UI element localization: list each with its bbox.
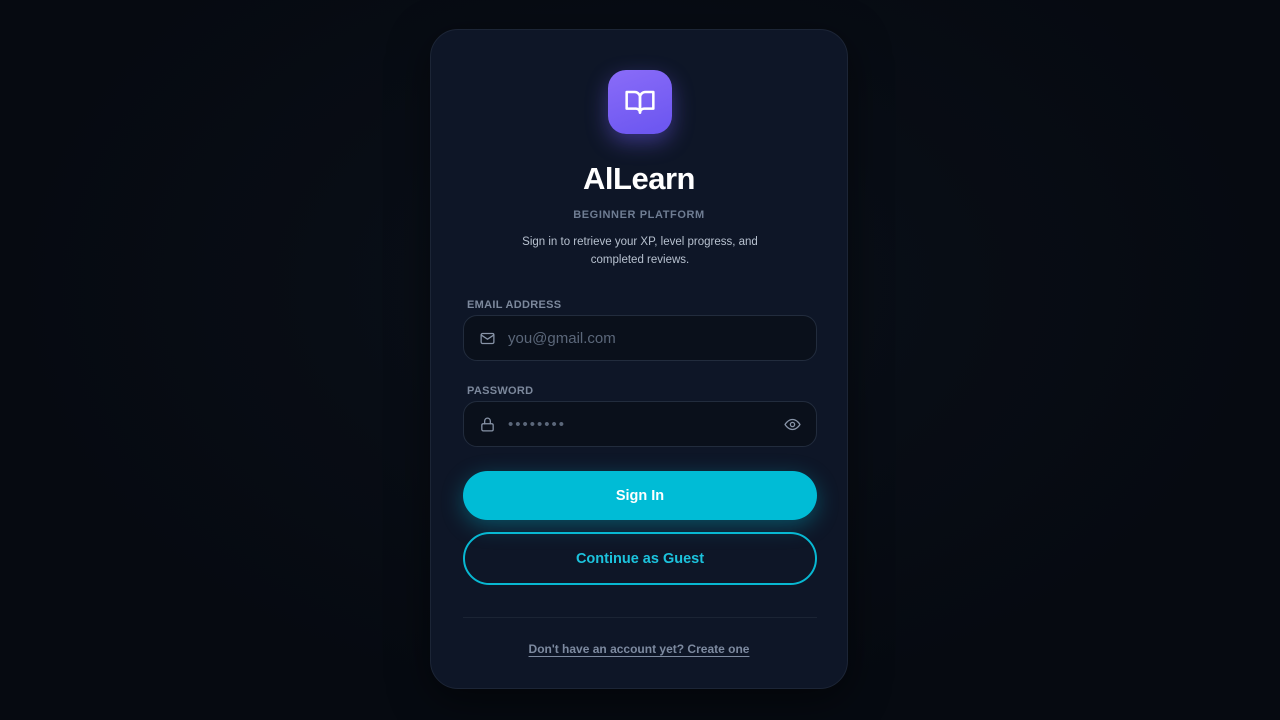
create-account-link[interactable]: Don't have an account yet? Create one — [529, 642, 750, 656]
continue-as-guest-button[interactable]: Continue as Guest — [463, 532, 817, 585]
footer: Don't have an account yet? Create one — [431, 640, 847, 658]
divider — [463, 617, 817, 618]
lock-icon — [477, 414, 497, 434]
sign-in-button[interactable]: Sign In — [463, 471, 817, 520]
mail-icon — [477, 328, 497, 348]
password-label: PASSWORD — [467, 385, 534, 397]
login-card: AlLearn BEGINNER PLATFORM Sign in to ret… — [430, 29, 848, 689]
password-field-container[interactable] — [463, 401, 817, 447]
email-field[interactable] — [497, 316, 816, 360]
email-label: EMAIL ADDRESS — [467, 299, 562, 311]
app-subtitle: BEGINNER PLATFORM — [573, 209, 705, 221]
book-open-icon — [625, 90, 655, 114]
app-logo — [608, 70, 672, 134]
password-field[interactable] — [497, 402, 782, 446]
page-background: AlLearn BEGINNER PLATFORM Sign in to ret… — [0, 0, 1280, 720]
app-title: AlLearn — [583, 161, 695, 196]
eye-icon[interactable] — [782, 414, 802, 434]
signin-description: Sign in to retrieve your XP, level progr… — [522, 236, 758, 266]
email-field-container[interactable] — [463, 315, 817, 361]
